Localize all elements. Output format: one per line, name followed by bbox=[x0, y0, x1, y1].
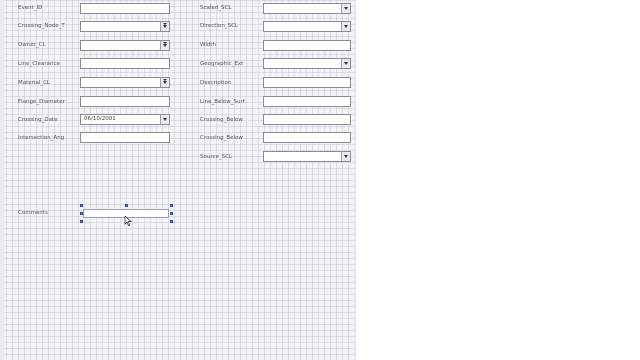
flange-diameter-field[interactable] bbox=[80, 96, 170, 107]
crossing-date-value: 06/10/2001 bbox=[84, 116, 116, 122]
geographic-ext-combo[interactable] bbox=[263, 58, 351, 69]
chevron-down-icon[interactable] bbox=[341, 4, 350, 13]
resize-handle-top-right[interactable] bbox=[170, 204, 173, 207]
description-field[interactable] bbox=[263, 77, 351, 88]
material-cl-combo[interactable] bbox=[80, 77, 170, 88]
resize-handle-right[interactable] bbox=[170, 212, 173, 215]
label-material-cl: Material_CL bbox=[18, 80, 50, 86]
label-scaled-scl: Scaled_SCL bbox=[200, 5, 232, 11]
resize-handle-top[interactable] bbox=[125, 204, 128, 207]
intersection-ang-field[interactable] bbox=[80, 132, 170, 143]
scaled-scl-combo[interactable] bbox=[263, 3, 351, 14]
resize-handle-bottom-left[interactable] bbox=[80, 220, 83, 223]
chevron-down-icon[interactable] bbox=[160, 41, 169, 50]
resize-handle-left[interactable] bbox=[80, 212, 83, 215]
chevron-down-icon[interactable] bbox=[160, 22, 169, 31]
label-crossing-below-1: Crossing_Below bbox=[200, 117, 243, 123]
label-intersection-ang: Intersection_Ang bbox=[18, 135, 65, 141]
resize-handle-bottom-right[interactable] bbox=[170, 220, 173, 223]
width-field[interactable] bbox=[263, 40, 351, 51]
mouse-pointer-icon bbox=[124, 216, 132, 226]
line-clearance-field[interactable] bbox=[80, 58, 170, 69]
chevron-down-icon[interactable] bbox=[160, 78, 169, 87]
owner-cl-combo[interactable] bbox=[80, 40, 170, 51]
chevron-down-icon[interactable] bbox=[341, 152, 350, 161]
resize-handle-top-left[interactable] bbox=[80, 204, 83, 207]
label-line-clearance: Line_Clearance bbox=[18, 61, 60, 67]
label-direction-scl: Direction_SCL bbox=[200, 23, 238, 29]
label-crossing-below-2: Crossing_Below bbox=[200, 135, 243, 141]
label-line-below-surf: Line_Below_Surf bbox=[200, 99, 245, 105]
crossing-below-field-2[interactable] bbox=[263, 132, 351, 143]
label-crossing-date: Crossing_Date bbox=[18, 117, 58, 123]
label-comments: Comments bbox=[18, 210, 48, 216]
event-id-field[interactable] bbox=[80, 3, 170, 14]
label-crossing-node-t: Crossing_Node_T bbox=[18, 23, 65, 29]
crossing-date-combo[interactable]: 06/10/2001 bbox=[80, 114, 170, 125]
label-width: Width bbox=[200, 42, 216, 48]
form-designer-canvas[interactable]: Event_ID Crossing_Node_T Owner_CL Line_C… bbox=[0, 0, 354, 360]
source-scl-combo[interactable] bbox=[263, 151, 351, 162]
crossing-below-field-1[interactable] bbox=[263, 114, 351, 125]
label-description: Description bbox=[200, 80, 232, 86]
label-flange-diameter: Flange_Diameter bbox=[18, 99, 65, 105]
canvas-left-border bbox=[0, 0, 4, 360]
chevron-down-icon[interactable] bbox=[341, 59, 350, 68]
canvas-right-border bbox=[354, 0, 356, 360]
label-owner-cl: Owner_CL bbox=[18, 42, 46, 48]
crossing-node-t-combo[interactable] bbox=[80, 21, 170, 32]
label-source-scl: Source_SCL bbox=[200, 154, 233, 160]
chevron-down-icon[interactable] bbox=[341, 22, 350, 31]
line-below-surf-field[interactable] bbox=[263, 96, 351, 107]
label-geographic-ext: Geographic_Ext bbox=[200, 61, 244, 67]
chevron-down-icon[interactable] bbox=[160, 115, 169, 124]
label-event-id: Event_ID bbox=[18, 5, 43, 11]
direction-scl-combo[interactable] bbox=[263, 21, 351, 32]
